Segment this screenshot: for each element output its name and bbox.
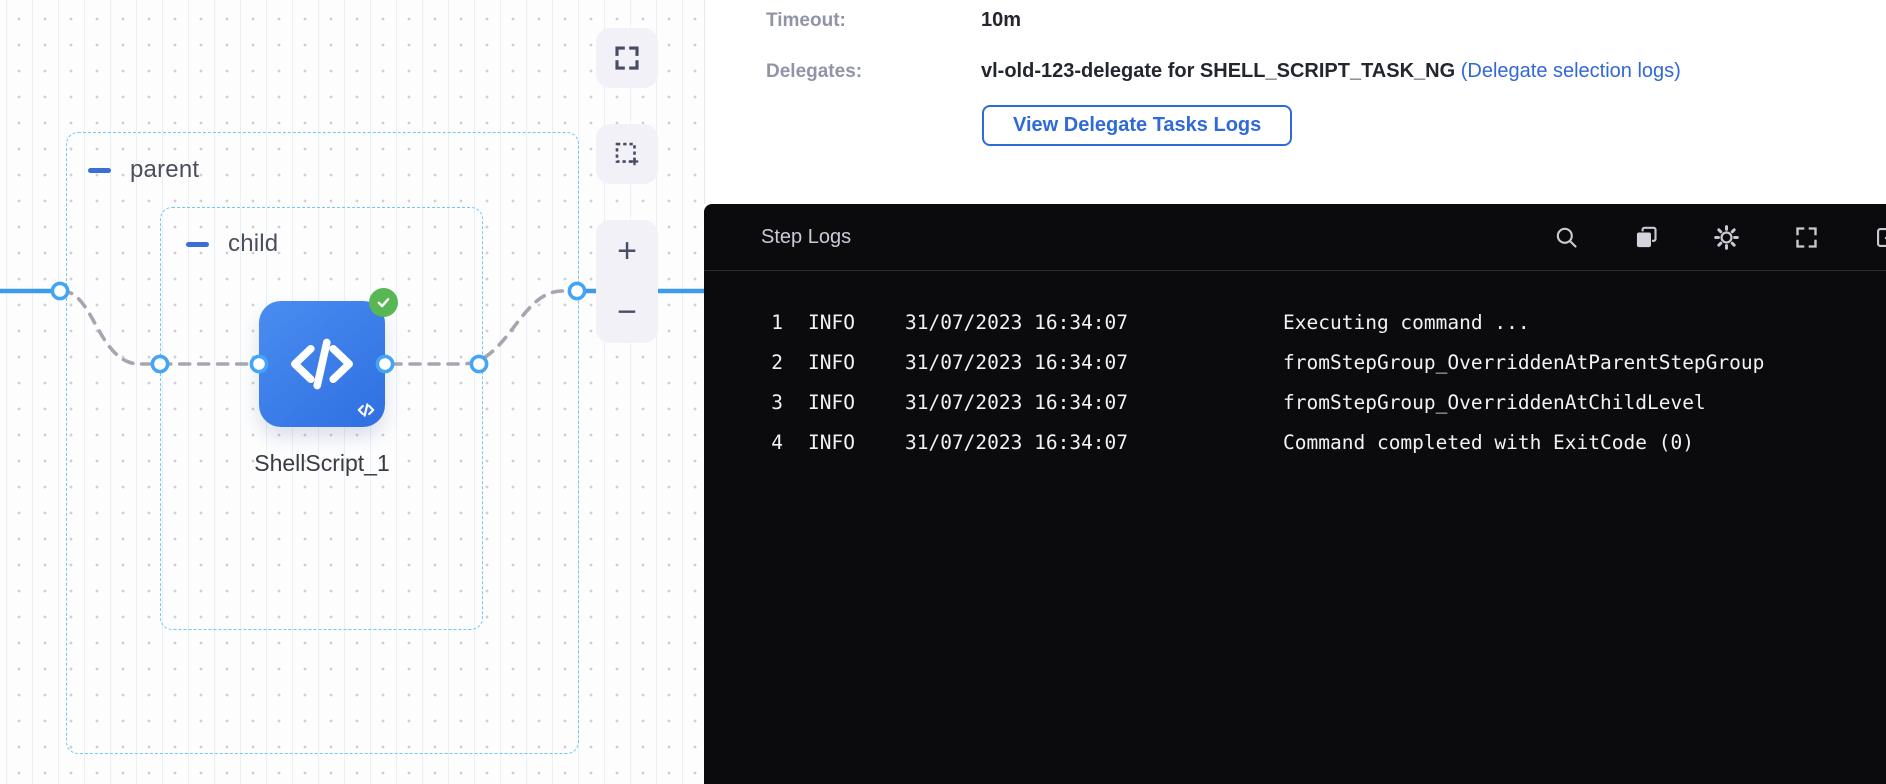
log-line-number: 2 — [768, 351, 783, 374]
log-line: 2 INFO 31/07/2023 16:34:07 fromStepGroup… — [704, 342, 1886, 382]
log-level: INFO — [808, 391, 855, 414]
shellscript-step-node[interactable] — [259, 301, 385, 427]
step-details-pane: Timeout: 10m Delegates: vl-old-123-deleg… — [704, 0, 1886, 204]
code-small-icon — [356, 400, 376, 420]
search-icon[interactable] — [1553, 224, 1580, 251]
settings-gear-icon[interactable] — [1713, 224, 1740, 251]
timeout-label: Timeout: — [766, 10, 846, 32]
step-group-child-header[interactable]: child — [186, 230, 278, 258]
collapse-parent-icon[interactable] — [88, 168, 111, 173]
code-icon — [282, 324, 362, 404]
view-delegate-tasks-logs-button[interactable]: View Delegate Tasks Logs — [982, 105, 1292, 146]
log-timestamp: 31/07/2023 16:34:07 — [905, 311, 1128, 334]
step-logs-toolbar — [1553, 204, 1886, 270]
zoom-out-button[interactable]: − — [617, 295, 637, 329]
marquee-selection-icon — [612, 139, 642, 169]
delegates-value: vl-old-123-delegate for SHELL_SCRIPT_TAS… — [981, 60, 1681, 83]
fullscreen-icon[interactable] — [1793, 224, 1820, 251]
log-timestamp: 31/07/2023 16:34:07 — [905, 431, 1128, 454]
parent-group-label: parent — [130, 156, 199, 184]
step-logs-panel[interactable]: Step Logs — [704, 204, 1886, 784]
step-node-label: ShellScript_1 — [232, 450, 412, 477]
log-line-number: 4 — [768, 431, 783, 454]
child-group-label: child — [228, 230, 278, 258]
timeout-value: 10m — [981, 9, 1021, 32]
collapse-child-icon[interactable] — [186, 242, 209, 247]
open-in-new-icon[interactable] — [1873, 224, 1886, 251]
delegate-selection-logs-link[interactable]: (Delegate selection logs) — [1461, 60, 1681, 82]
fullscreen-icon — [612, 43, 642, 73]
log-line-number: 1 — [768, 311, 783, 334]
pipeline-canvas[interactable]: parent child ShellScript_1 — [0, 0, 704, 784]
step-logs-title: Step Logs — [761, 226, 851, 249]
step-logs-body[interactable]: 1 INFO 31/07/2023 16:34:07 Executing com… — [704, 271, 1886, 462]
zoom-in-button[interactable]: + — [617, 234, 637, 268]
delegate-name-text: vl-old-123-delegate for SHELL_SCRIPT_TAS… — [981, 60, 1461, 82]
log-level: INFO — [808, 431, 855, 454]
log-message: fromStepGroup_OverriddenAtParentStepGrou… — [1283, 351, 1764, 374]
log-level: INFO — [808, 351, 855, 374]
log-timestamp: 31/07/2023 16:34:07 — [905, 391, 1128, 414]
canvas-zoom-controls[interactable]: + − — [596, 220, 658, 343]
copy-icon[interactable] — [1633, 224, 1660, 251]
log-line: 1 INFO 31/07/2023 16:34:07 Executing com… — [704, 302, 1886, 342]
log-timestamp: 31/07/2023 16:34:07 — [905, 351, 1128, 374]
log-line: 3 INFO 31/07/2023 16:34:07 fromStepGroup… — [704, 382, 1886, 422]
log-line-number: 3 — [768, 391, 783, 414]
success-badge-icon — [369, 288, 398, 317]
step-logs-header: Step Logs — [704, 204, 1886, 271]
log-message: Command completed with ExitCode (0) — [1283, 431, 1694, 454]
log-line: 4 INFO 31/07/2023 16:34:07 Command compl… — [704, 422, 1886, 462]
log-message: Executing command ... — [1283, 311, 1530, 334]
canvas-marquee-select-button[interactable] — [596, 124, 658, 184]
canvas-fit-view-button[interactable] — [596, 28, 658, 88]
log-level: INFO — [808, 311, 855, 334]
log-message: fromStepGroup_OverriddenAtChildLevel — [1283, 391, 1706, 414]
step-group-parent-header[interactable]: parent — [88, 156, 199, 184]
delegates-label: Delegates: — [766, 61, 862, 83]
